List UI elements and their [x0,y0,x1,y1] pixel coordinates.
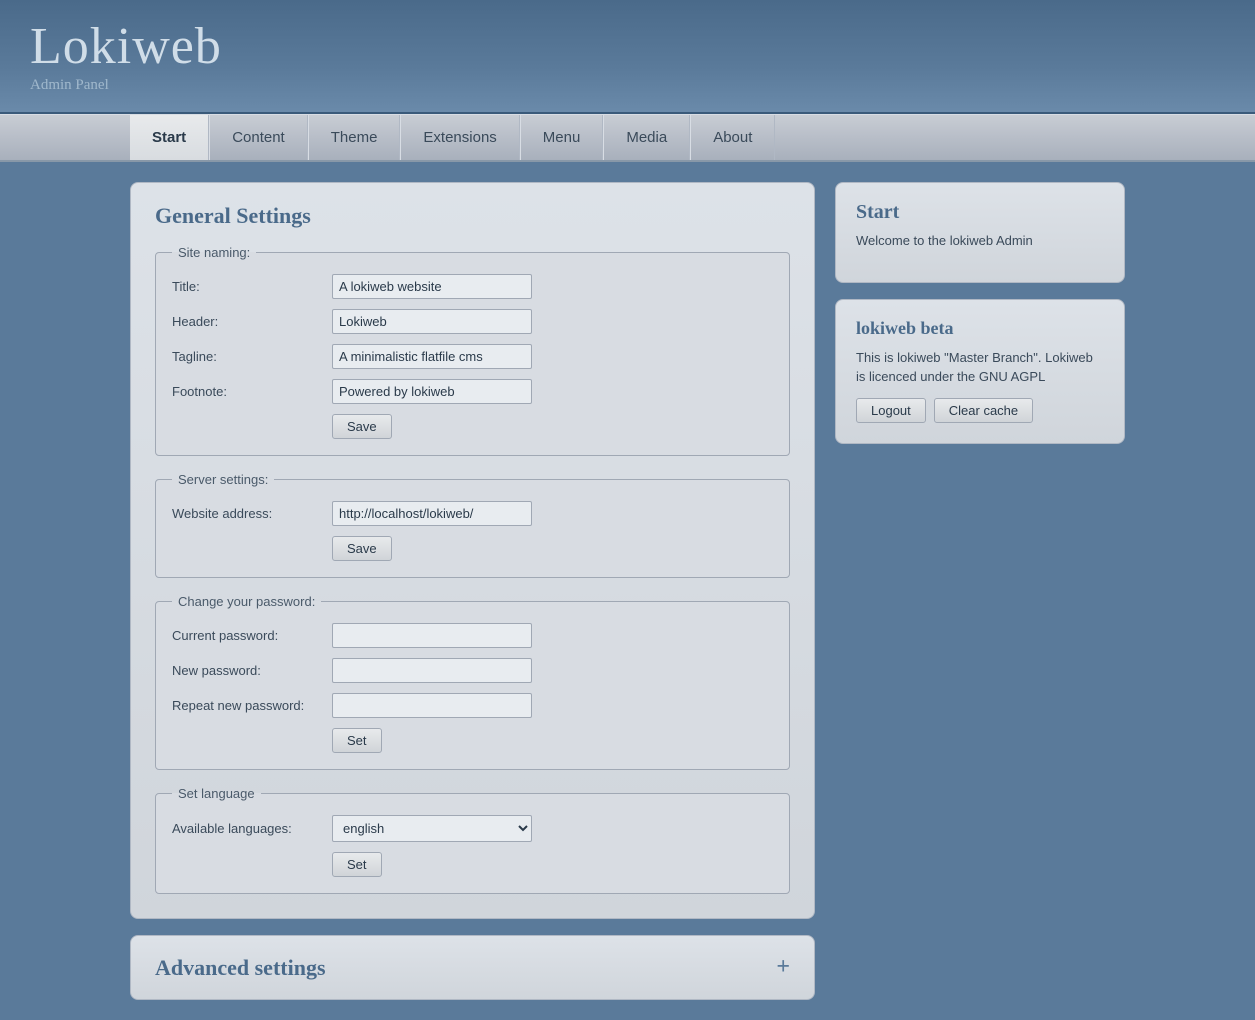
website-address-label: Website address: [172,506,332,521]
general-settings-panel: General Settings Site naming: Title: Hea… [130,182,815,919]
advanced-settings-panel[interactable]: Advanced settings + [130,935,815,1000]
new-password-input[interactable] [332,658,532,683]
set-language-fieldset: Set language Available languages: englis… [155,786,790,894]
server-settings-fieldset: Server settings: Website address: Save [155,472,790,578]
tagline-input[interactable] [332,344,532,369]
site-naming-btn-row: Save [172,414,773,439]
available-languages-row: Available languages: english german fren… [172,815,773,842]
new-password-row: New password: [172,658,773,683]
change-password-set-button[interactable]: Set [332,728,382,753]
change-password-fieldset: Change your password: Current password: … [155,594,790,770]
nav-item-about[interactable]: About [690,115,775,160]
nav-item-media[interactable]: Media [603,115,690,160]
nav-item-theme[interactable]: Theme [308,115,401,160]
nav-item-content[interactable]: Content [209,115,308,160]
sidebar: Start Welcome to the lokiweb Admin lokiw… [835,182,1125,1000]
advanced-settings-title: Advanced settings [155,955,326,981]
tagline-row: Tagline: [172,344,773,369]
set-language-legend: Set language [172,786,261,801]
title-label: Title: [172,279,332,294]
current-password-row: Current password: [172,623,773,648]
set-language-btn-row: Set [172,852,773,877]
change-password-btn-row: Set [172,728,773,753]
change-password-legend: Change your password: [172,594,321,609]
nav-item-start[interactable]: Start [130,115,209,160]
repeat-password-row: Repeat new password: [172,693,773,718]
footnote-input[interactable] [332,379,532,404]
header: Lokiweb Admin Panel [0,0,1255,114]
server-settings-btn-row: Save [172,536,773,561]
header-input[interactable] [332,309,532,334]
language-select[interactable]: english german french spanish [332,815,532,842]
new-password-label: New password: [172,663,332,678]
server-settings-save-button[interactable]: Save [332,536,392,561]
site-title: Lokiweb [30,18,1225,75]
main-nav: Start Content Theme Extensions Menu Medi… [0,114,1255,162]
current-password-label: Current password: [172,628,332,643]
website-address-input[interactable] [332,501,532,526]
main-panel: General Settings Site naming: Title: Hea… [130,182,815,1000]
set-language-set-button[interactable]: Set [332,852,382,877]
beta-panel-btn-row: Logout Clear cache [856,398,1104,423]
start-panel-description: Welcome to the lokiweb Admin [856,232,1104,250]
tagline-label: Tagline: [172,349,332,364]
general-settings-title: General Settings [155,203,790,229]
title-input[interactable] [332,274,532,299]
beta-panel-description: This is lokiweb "Master Branch". Lokiweb… [856,349,1104,385]
start-panel-title: Start [856,201,1104,224]
site-subtitle: Admin Panel [30,77,1225,94]
current-password-input[interactable] [332,623,532,648]
beta-sidebar-panel: lokiweb beta This is lokiweb "Master Bra… [835,299,1125,443]
header-label: Header: [172,314,332,329]
nav-item-menu[interactable]: Menu [520,115,604,160]
repeat-password-input[interactable] [332,693,532,718]
repeat-password-label: Repeat new password: [172,698,332,713]
nav-item-extensions[interactable]: Extensions [400,115,519,160]
website-address-row: Website address: [172,501,773,526]
title-row: Title: [172,274,773,299]
clear-cache-button[interactable]: Clear cache [934,398,1033,423]
logout-button[interactable]: Logout [856,398,926,423]
site-naming-fieldset: Site naming: Title: Header: Tagline: Foo… [155,245,790,456]
footnote-label: Footnote: [172,384,332,399]
start-sidebar-panel: Start Welcome to the lokiweb Admin [835,182,1125,283]
site-naming-save-button[interactable]: Save [332,414,392,439]
footnote-row: Footnote: [172,379,773,404]
header-row: Header: [172,309,773,334]
server-settings-legend: Server settings: [172,472,274,487]
available-languages-label: Available languages: [172,821,332,836]
site-naming-legend: Site naming: [172,245,256,260]
beta-panel-title: lokiweb beta [856,318,1104,339]
advanced-expand-icon: + [776,954,790,981]
